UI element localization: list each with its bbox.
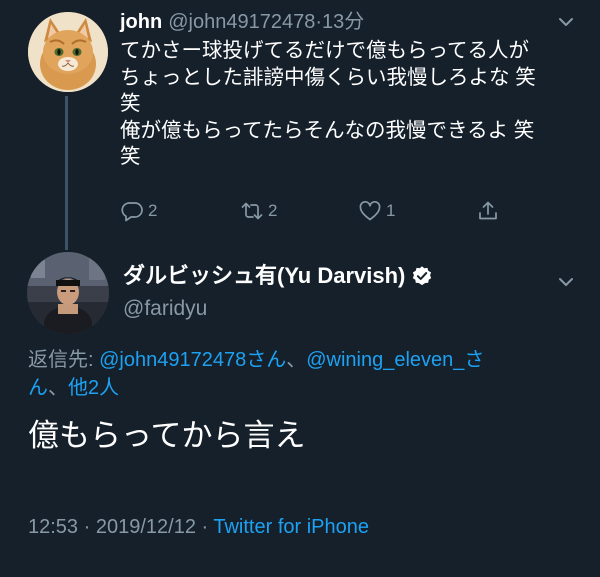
- cat-avatar-image: [28, 12, 108, 92]
- share-icon: [476, 199, 500, 223]
- tweet2-source-link[interactable]: Twitter for iPhone: [213, 516, 369, 538]
- mention-link-wining-eleven[interactable]: @wining_eleven_さ: [306, 349, 484, 371]
- reply-count: 2: [148, 201, 158, 220]
- like-count: 1: [386, 201, 396, 220]
- like-icon: [358, 199, 382, 223]
- reply-separator: 、: [286, 349, 307, 371]
- mention-link-others[interactable]: 他2人: [68, 377, 119, 399]
- replying-to: 返信先: @john49172478さん、@wining_eleven_さ ん、…: [28, 346, 568, 402]
- chevron-down-icon[interactable]: [556, 12, 576, 32]
- tweet1-author-name[interactable]: john: [120, 11, 162, 33]
- tweet-thread: john @john49172478·13分 てかさー球投げてるだけで億もらってる…: [0, 0, 600, 577]
- avatar-john[interactable]: [28, 12, 108, 92]
- tweet1-text-line: ちょっとした誹謗中傷くらい我慢しろよな 笑: [120, 65, 536, 89]
- thread-connector-line: [65, 96, 68, 250]
- tweet2-date[interactable]: 2019/12/12: [96, 516, 196, 538]
- reply-separator: 、: [48, 377, 68, 399]
- tweet1-header: john @john49172478·13分: [120, 8, 364, 36]
- mention-link-john[interactable]: @john49172478さん: [99, 349, 286, 371]
- tweet1-text-line: 俺が億もらってたらそんなの我慢できるよ 笑: [120, 118, 535, 142]
- chevron-down-icon[interactable]: [556, 272, 576, 292]
- tweet1-text-line: 笑: [120, 92, 141, 115]
- avatar-faridyu[interactable]: [27, 252, 109, 334]
- verified-badge-icon: [411, 265, 433, 287]
- tweet1-separator: ·: [315, 11, 322, 33]
- tweet1-author-handle[interactable]: @john49172478: [168, 11, 315, 33]
- mention-link-wining-eleven-tail[interactable]: ん: [28, 377, 48, 399]
- tweet2-author-handle[interactable]: @faridyu: [123, 294, 207, 324]
- tweet1-text-line: 笑: [120, 145, 141, 168]
- retweet-icon: [240, 199, 264, 223]
- replying-to-label: 返信先:: [28, 349, 100, 371]
- tweet2-author[interactable]: ダルビッシュ有(Yu Darvish): [123, 260, 433, 292]
- share-button[interactable]: [476, 198, 500, 224]
- tweet1-time[interactable]: 13分: [322, 11, 364, 33]
- tweet2-text: 億もらってから言え: [28, 418, 306, 453]
- replying-to-line: 返信先: @john49172478さん、@wining_eleven_さ: [28, 346, 568, 374]
- tweet1-text-line: てかさー球投げてるだけで億もらってる人が: [120, 39, 529, 62]
- tweet2-author-name[interactable]: ダルビッシュ有(Yu Darvish): [123, 260, 405, 292]
- retweet-button[interactable]: 2: [240, 198, 277, 224]
- like-button[interactable]: 1: [358, 198, 395, 224]
- tweet2-dot: ·: [78, 516, 96, 538]
- tweet2-dot: ·: [195, 516, 214, 538]
- tweet2-timestamp: 12:53 · 2019/12/12 · Twitter for iPhone: [28, 512, 369, 542]
- tweet1-text: てかさー球投げてるだけで億もらってる人が ちょっとした誹謗中傷くらい我慢しろよな…: [120, 38, 572, 171]
- replying-to-line: ん、他2人: [28, 374, 568, 402]
- retweet-count: 2: [268, 201, 278, 220]
- reply-icon: [120, 199, 144, 223]
- reply-button[interactable]: 2: [120, 198, 157, 224]
- tweet2-time[interactable]: 12:53: [28, 516, 78, 538]
- yu-darvish-avatar-image: [27, 252, 109, 334]
